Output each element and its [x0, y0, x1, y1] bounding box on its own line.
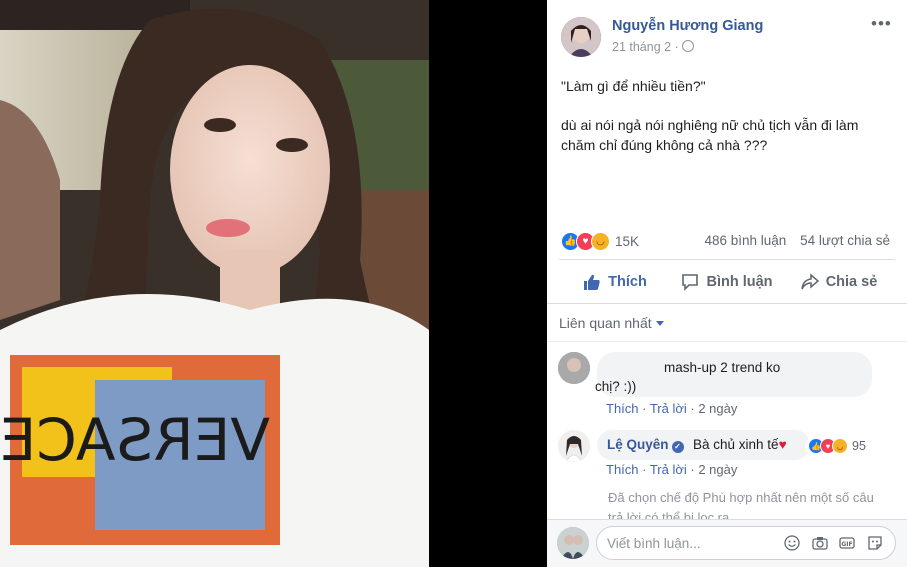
share-label: Chia sẻ: [825, 274, 878, 290]
comment-reply-link[interactable]: Trả lời: [650, 401, 687, 416]
like-button[interactable]: Thích: [559, 263, 671, 301]
comment-input-placeholder: Viết bình luận...: [607, 536, 701, 551]
comment-label: Bình luận: [706, 274, 773, 290]
post-panel: Nguyễn Hương Giang 21 tháng 2 · ••• "Làm…: [547, 0, 907, 567]
post-text-line-1: "Làm gì để nhiều tiền?": [561, 78, 706, 94]
caret-down-icon: [655, 321, 664, 326]
divider: [547, 303, 907, 304]
sticker-icon[interactable]: [867, 535, 883, 551]
verified-badge-icon: ✓: [671, 441, 684, 453]
post-photo[interactable]: VERSACE: [0, 0, 429, 567]
haha-icon: ◡: [591, 231, 610, 251]
comment-sort-dropdown[interactable]: Liên quan nhất: [559, 315, 664, 331]
post-date-text: 21 tháng 2 ·: [612, 40, 679, 54]
comment-sort-label: Liên quan nhất: [559, 315, 652, 331]
post-date[interactable]: 21 tháng 2 ·: [612, 40, 694, 54]
comment-reactions[interactable]: 👍 ♥ ◡ 95: [805, 437, 869, 455]
divider: [547, 341, 907, 342]
author-name[interactable]: Nguyễn Hương Giang: [612, 18, 763, 34]
like-label: Thích: [608, 274, 647, 290]
comment-text-continued: chị? :)): [595, 379, 637, 394]
globe-icon: [681, 40, 694, 52]
photo-backdrop: [429, 0, 547, 567]
gif-icon[interactable]: GIF: [839, 535, 855, 551]
comment-text: Bà chủ xinh tế♥: [693, 437, 787, 452]
commenter-name-text: Lệ Quyên: [607, 437, 669, 452]
svg-text:GIF: GIF: [841, 541, 852, 548]
comment-meta: Thích · Trả lời · 2 ngày: [606, 401, 738, 416]
post-stats: 486 bình luận 54 lượt chia sẻ: [704, 233, 890, 248]
camera-icon[interactable]: [812, 535, 828, 551]
selfie-image: VERSACE: [0, 0, 429, 567]
author-avatar[interactable]: [561, 17, 601, 57]
commenter-name[interactable]: Lệ Quyên ✓: [607, 437, 684, 453]
more-options-icon[interactable]: •••: [871, 14, 892, 34]
thumbs-up-icon: [584, 274, 600, 290]
comment-meta: Thích · Trả lời · 2 ngày: [606, 462, 738, 477]
comment-count[interactable]: 486 bình luận: [704, 233, 786, 248]
reaction-summary[interactable]: 👍 ♥ ◡ 15K: [561, 230, 639, 252]
share-button[interactable]: Chia sẻ: [783, 263, 895, 301]
comment-time[interactable]: 2 ngày: [698, 462, 737, 477]
post-text-line-2: dù ai nói ngả nói nghiêng nữ chủ tịch vẫ…: [561, 117, 859, 153]
share-icon: [800, 273, 819, 290]
comment-icon: [682, 274, 699, 291]
comment-time[interactable]: 2 ngày: [698, 401, 737, 416]
reaction-count: 15K: [615, 233, 640, 249]
divider: [559, 259, 895, 260]
comment-like-link[interactable]: Thích: [606, 462, 639, 477]
commenter-avatar[interactable]: [558, 430, 590, 462]
share-count[interactable]: 54 lượt chia sẻ: [800, 233, 890, 248]
comment-like-link[interactable]: Thích: [606, 401, 639, 416]
viewer-avatar: [557, 527, 589, 559]
comment-text: mash-up 2 trend ko: [664, 360, 781, 375]
post-body: "Làm gì để nhiều tiền?" dù ai nói ngả nó…: [561, 76, 881, 174]
haha-icon: ◡: [832, 438, 848, 454]
comment-button[interactable]: Bình luận: [671, 263, 783, 301]
comment-reply-link[interactable]: Trả lời: [650, 462, 687, 477]
comment-reaction-count: 95: [852, 439, 866, 453]
heart-emoji: ♥: [778, 437, 787, 452]
comment-text-body: Bà chủ xinh tế: [693, 437, 779, 452]
commenter-avatar[interactable]: [558, 352, 590, 384]
svg-text:VERSACE: VERSACE: [0, 406, 270, 474]
emoji-icon[interactable]: [784, 535, 800, 551]
post-actions: Thích Bình luận Chia sẻ: [559, 263, 895, 301]
